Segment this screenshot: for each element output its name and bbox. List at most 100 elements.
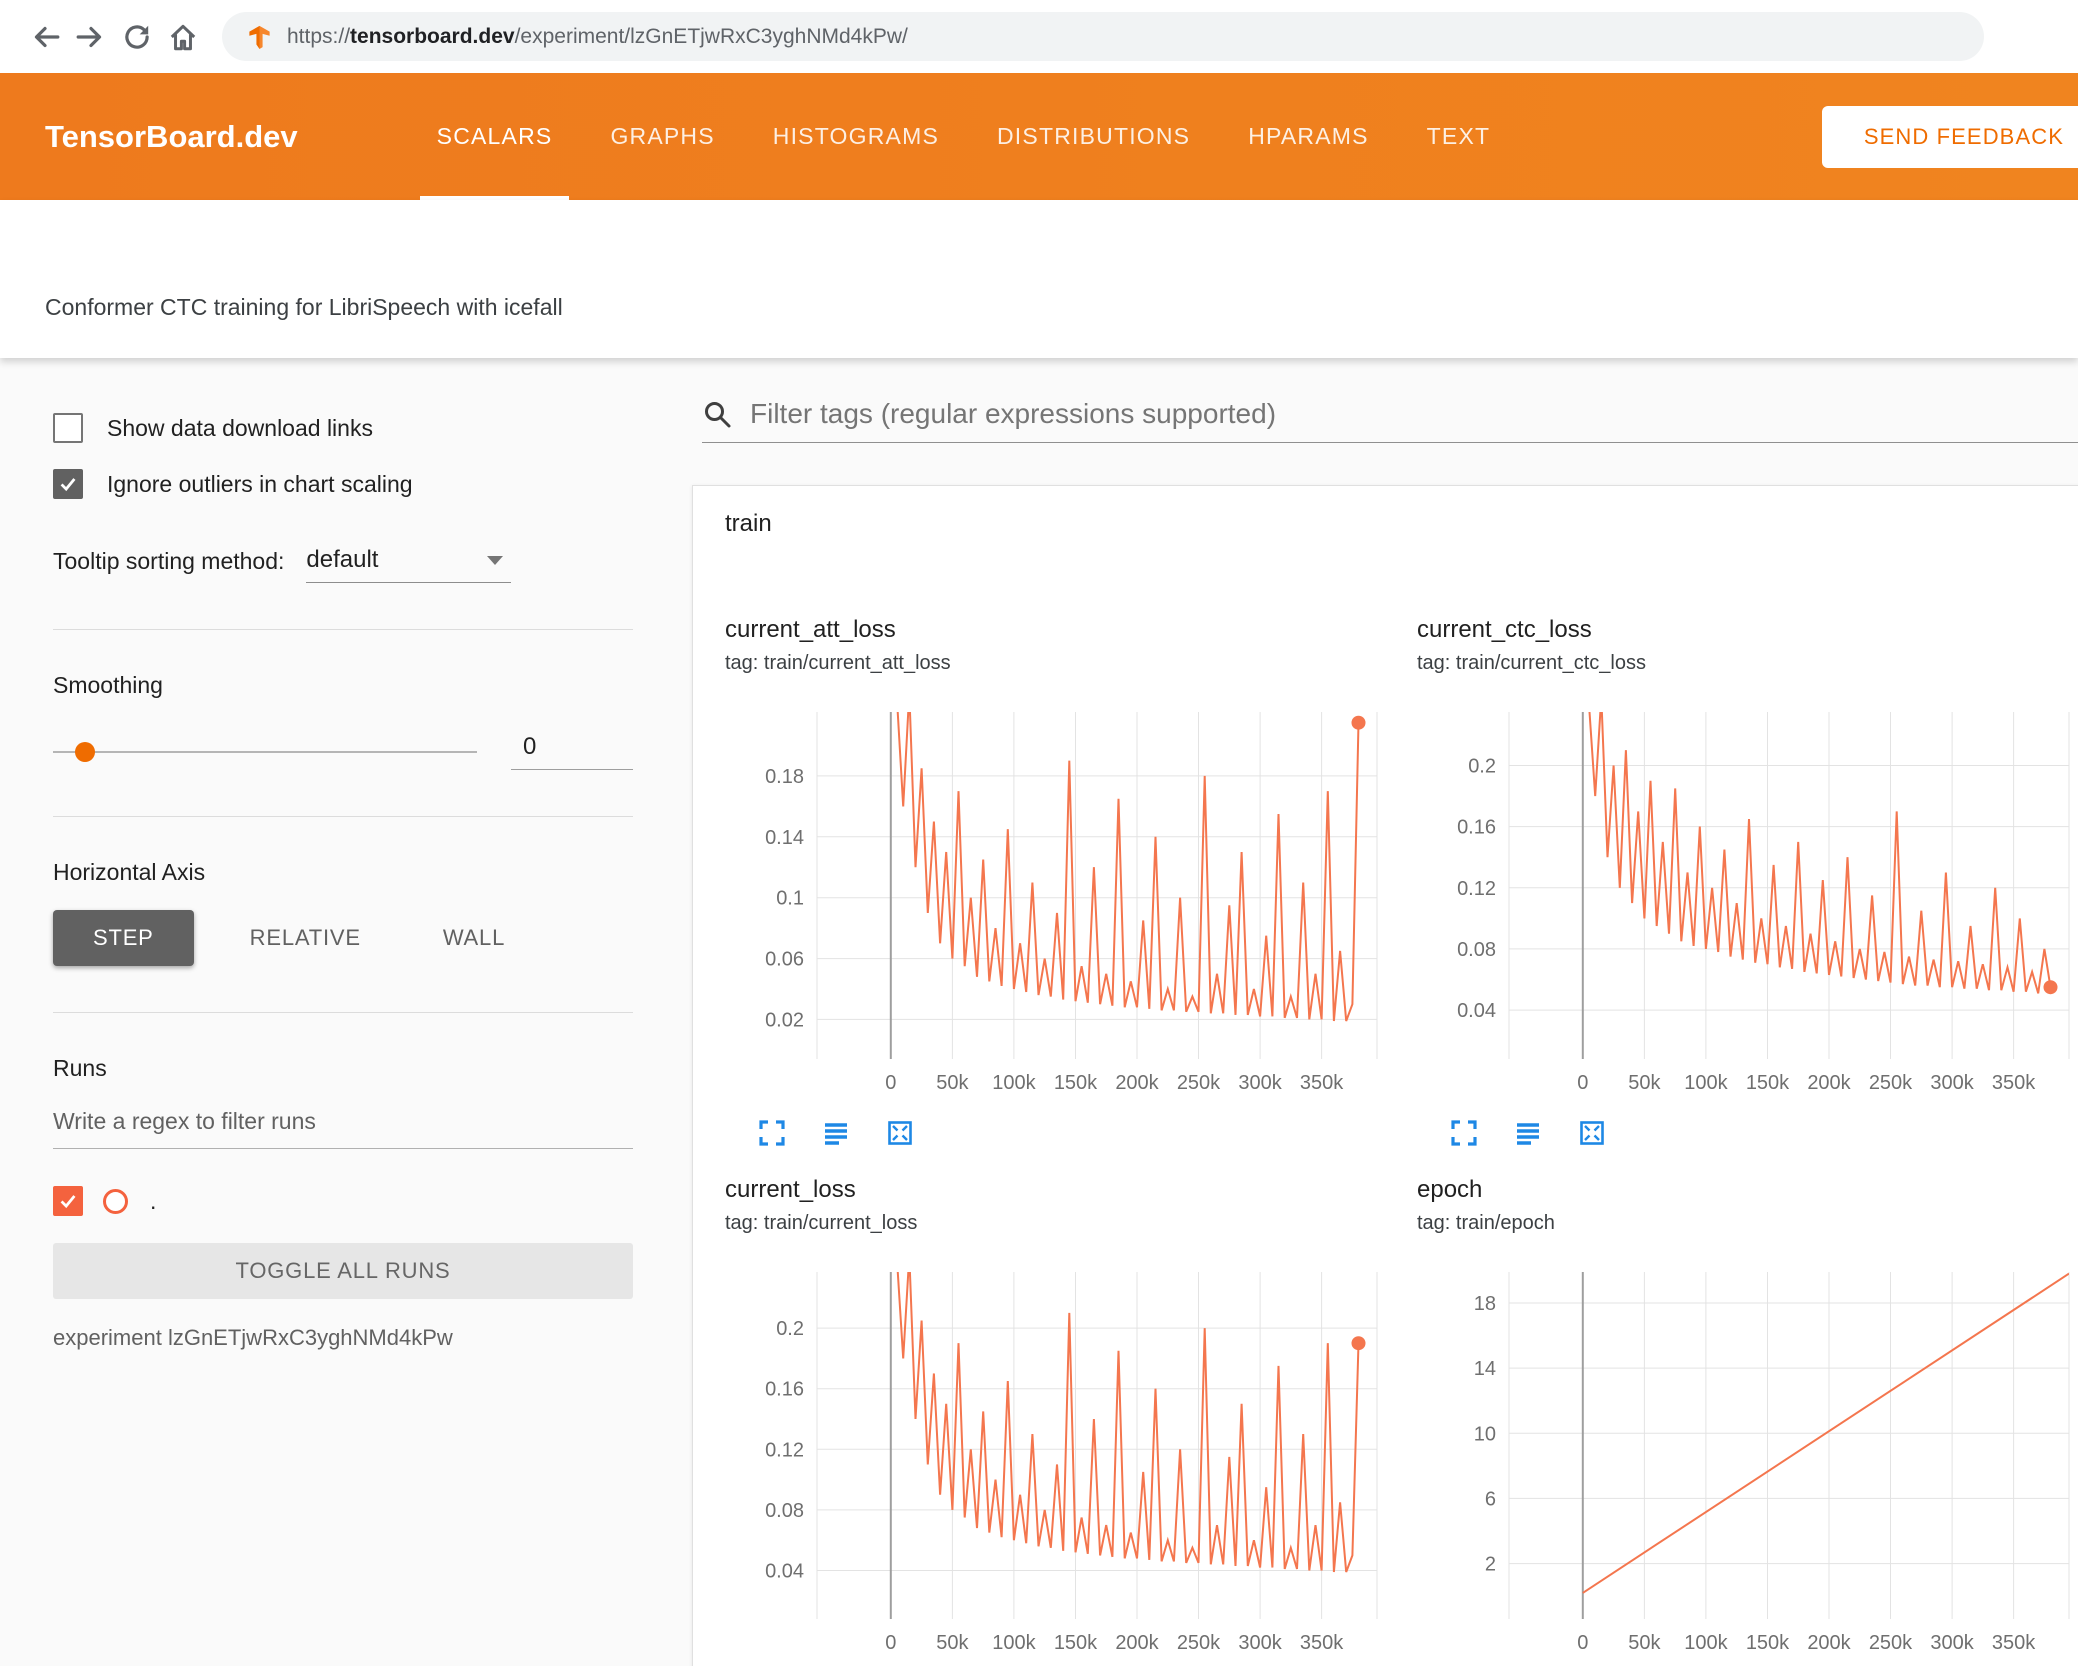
chart-title: current_att_loss — [725, 616, 896, 643]
tab-hparams[interactable]: HPARAMS — [1227, 73, 1389, 200]
axis-wall-button[interactable]: WALL — [417, 910, 531, 966]
svg-text:0.2: 0.2 — [1468, 756, 1496, 778]
svg-text:350k: 350k — [1992, 1072, 2036, 1094]
fit-domain-icon[interactable] — [1577, 1118, 1607, 1148]
chart-toolbar — [757, 1118, 1401, 1148]
svg-text:250k: 250k — [1869, 1072, 1913, 1094]
svg-text:0.04: 0.04 — [765, 1561, 804, 1583]
divider — [53, 816, 633, 817]
section-title[interactable]: train — [725, 510, 2078, 538]
svg-text:0.16: 0.16 — [1457, 817, 1496, 839]
slider-knob[interactable] — [75, 741, 95, 762]
tooltip-sorting-label: Tooltip sorting method: — [53, 548, 285, 574]
run-row[interactable]: . — [53, 1183, 633, 1219]
svg-text:200k: 200k — [1807, 1072, 1851, 1094]
svg-text:150k: 150k — [1746, 1072, 1790, 1094]
chart-title: epoch — [1417, 1176, 1483, 1203]
runs-filter-input[interactable]: Write a regex to filter runs — [53, 1108, 633, 1149]
runs-label: Runs — [53, 1055, 107, 1081]
forward-icon[interactable] — [68, 14, 114, 60]
tooltip-sorting-value: default — [306, 546, 379, 573]
svg-text:250k: 250k — [1177, 1072, 1221, 1094]
run-checkbox-checked-icon[interactable] — [53, 1186, 83, 1216]
tab-scalars[interactable]: SCALARS — [416, 73, 574, 200]
smoothing-slider[interactable] — [53, 734, 477, 770]
svg-text:150k: 150k — [1054, 1632, 1098, 1654]
url-text: https://tensorboard.dev/experiment/lzGnE… — [287, 24, 908, 48]
main-nav: SCALARS GRAPHS HISTOGRAMS DISTRIBUTIONS HPAR… — [416, 73, 1512, 200]
svg-text:0: 0 — [1577, 1632, 1588, 1654]
data-table-icon[interactable] — [1513, 1118, 1543, 1148]
chart-block-loss: current_loss tag: train/current_loss 0.04… — [725, 1176, 1401, 1666]
slider-track — [53, 750, 477, 753]
chart-toolbar — [1449, 1118, 2078, 1148]
axis-step-button[interactable]: STEP — [53, 910, 194, 966]
svg-text:0.12: 0.12 — [1457, 878, 1496, 900]
chart-plot-loss[interactable]: 0.04 0.08 0.12 0.16 0.2 0 50k 100k 150k 200k 250k 3… — [725, 1264, 1385, 1662]
chart-tag: tag: train/current_ctc_loss — [1417, 652, 1646, 674]
settings-sidebar: Show data download links Ignore outliers… — [0, 358, 666, 1666]
chart-tag: tag: train/current_loss — [725, 1212, 918, 1234]
horizontal-axis-buttons: STEP RELATIVE WALL — [53, 910, 633, 966]
svg-text:100k: 100k — [992, 1072, 1036, 1094]
chart-block-epoch: epoch tag: train/epoch 2 6 10 14 18 0 50k 100k 15… — [1417, 1176, 2078, 1666]
fit-domain-icon[interactable] — [885, 1118, 915, 1148]
chart-line — [1588, 712, 2052, 994]
svg-text:150k: 150k — [1054, 1072, 1098, 1094]
fullscreen-icon[interactable] — [757, 1118, 787, 1148]
data-table-icon[interactable] — [821, 1118, 851, 1148]
train-section-card: train current_att_loss tag: train/current… — [692, 485, 2078, 1666]
fullscreen-icon[interactable] — [1449, 1118, 1479, 1148]
svg-text:0.1: 0.1 — [776, 888, 804, 910]
chevron-down-icon — [487, 555, 504, 565]
svg-text:0.08: 0.08 — [1457, 939, 1496, 961]
divider — [53, 1012, 633, 1013]
filter-tags-input[interactable]: Filter tags (regular expressions support… — [750, 398, 1276, 430]
content-area: Show data download links Ignore outliers… — [0, 358, 2078, 1666]
ignore-outliers-checkbox[interactable]: Ignore outliers in chart scaling — [53, 466, 633, 502]
smoothing-value-input[interactable]: 0 — [511, 733, 633, 770]
tab-graphs[interactable]: GRAPHS — [589, 73, 735, 200]
checkbox-unchecked-icon — [53, 413, 83, 443]
svg-text:2: 2 — [1485, 1554, 1496, 1576]
dashboard-main: Filter tags (regular expressions support… — [666, 358, 2078, 1666]
send-feedback-button[interactable]: SEND FEEDBACK — [1821, 106, 2078, 168]
show-download-links-checkbox[interactable]: Show data download links — [53, 410, 633, 446]
tab-text[interactable]: TEXT — [1406, 73, 1512, 200]
run-name: . — [150, 1187, 157, 1214]
svg-text:6: 6 — [1485, 1488, 1496, 1510]
svg-text:300k: 300k — [1930, 1632, 1974, 1654]
app-header: TensorBoard.dev SCALARS GRAPHS HISTOGRAMS D… — [0, 73, 2078, 200]
chart-block-ctc: current_ctc_loss tag: train/current_ctc_l… — [1417, 616, 2078, 1148]
chart-plot-epoch[interactable]: 2 6 10 14 18 0 50k 100k 150k 200k 250k 300k 350k — [1417, 1264, 2077, 1662]
experiment-title: Conformer CTC training for LibriSpeech w… — [45, 294, 563, 320]
smoothing-label: Smoothing — [53, 672, 163, 698]
show-download-links-label: Show data download links — [107, 414, 373, 441]
chart-tag: tag: train/epoch — [1417, 1212, 1555, 1234]
tensorboard-favicon — [249, 25, 270, 50]
reload-icon[interactable] — [114, 14, 160, 60]
tab-distributions[interactable]: DISTRIBUTIONS — [976, 73, 1211, 200]
svg-text:300k: 300k — [1930, 1072, 1974, 1094]
charts-grid: current_att_loss tag: train/current_att_l… — [725, 616, 2078, 1666]
tooltip-sorting-row: Tooltip sorting method: default — [53, 546, 633, 583]
back-icon[interactable] — [22, 14, 68, 60]
svg-text:0: 0 — [885, 1632, 896, 1654]
chart-line — [896, 1272, 1360, 1573]
chart-title: current_ctc_loss — [1417, 616, 1592, 643]
tab-histograms[interactable]: HISTOGRAMS — [752, 73, 960, 200]
tensorboard-dev-page: { "browser": { "url_scheme": "https://",… — [0, 0, 2078, 1666]
svg-text:18: 18 — [1474, 1293, 1496, 1315]
axis-relative-button[interactable]: RELATIVE — [224, 910, 387, 966]
home-icon[interactable] — [160, 14, 206, 60]
chart-block-att: current_att_loss tag: train/current_att_l… — [725, 616, 1401, 1148]
run-color-circle-icon — [103, 1188, 128, 1214]
address-bar[interactable]: https://tensorboard.dev/experiment/lzGnE… — [222, 12, 1984, 61]
toggle-all-runs-button[interactable]: TOGGLE ALL RUNS — [53, 1243, 633, 1299]
tooltip-sorting-select[interactable]: default — [306, 546, 512, 583]
svg-text:200k: 200k — [1807, 1632, 1851, 1654]
chart-plot-ctc[interactable]: 0.04 0.08 0.12 0.16 0.2 0 50k 100k 150k 200k 250k 3… — [1417, 704, 2077, 1102]
svg-text:100k: 100k — [992, 1632, 1036, 1654]
svg-text:50k: 50k — [1628, 1632, 1661, 1654]
chart-plot-att[interactable]: 0.02 0.06 0.1 0.14 0.18 0 50k 100k 150k 200k 250k 3… — [725, 704, 1385, 1102]
